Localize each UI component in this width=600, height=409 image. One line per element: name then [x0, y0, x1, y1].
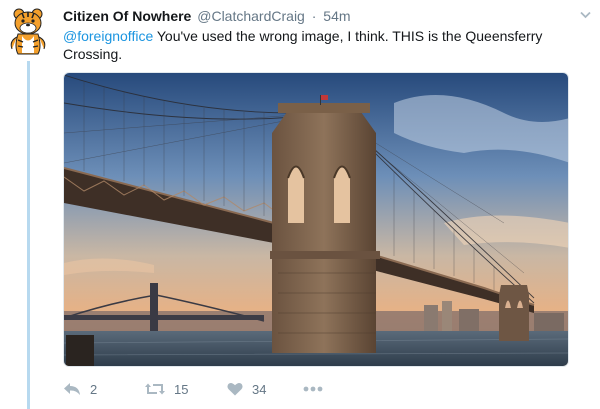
- action-bar: 2 15 34: [63, 378, 383, 400]
- author-name[interactable]: Citizen Of Nowhere: [63, 8, 191, 24]
- tweet: Citizen Of Nowhere @ClatchardCraig · 54m…: [0, 0, 600, 409]
- bridge-photo: [64, 73, 568, 366]
- timestamp[interactable]: 54m: [323, 8, 350, 24]
- more-icon: [303, 386, 323, 392]
- heart-icon: [227, 382, 243, 396]
- thread-line: [27, 61, 30, 409]
- like-count: 34: [252, 381, 267, 397]
- like-button[interactable]: 34: [227, 378, 266, 400]
- reply-button[interactable]: 2: [63, 378, 97, 400]
- retweet-button[interactable]: 15: [145, 378, 188, 400]
- reply-icon: [64, 383, 80, 395]
- more-button[interactable]: [303, 378, 323, 400]
- tiger-avatar-icon: [10, 8, 46, 55]
- mention-link[interactable]: @foreignoffice: [63, 28, 153, 44]
- retweet-count: 15: [174, 381, 189, 397]
- retweet-icon: [145, 383, 165, 395]
- author-handle[interactable]: @ClatchardCraig: [197, 8, 305, 24]
- avatar[interactable]: [6, 7, 50, 55]
- chevron-down-icon[interactable]: [580, 11, 591, 19]
- tweet-image[interactable]: [63, 72, 569, 367]
- tweet-header: Citizen Of Nowhere @ClatchardCraig · 54m: [63, 7, 351, 25]
- tweet-text: @foreignoffice You've used the wrong ima…: [63, 27, 583, 63]
- reply-count: 2: [90, 381, 98, 397]
- separator-dot: ·: [311, 8, 317, 24]
